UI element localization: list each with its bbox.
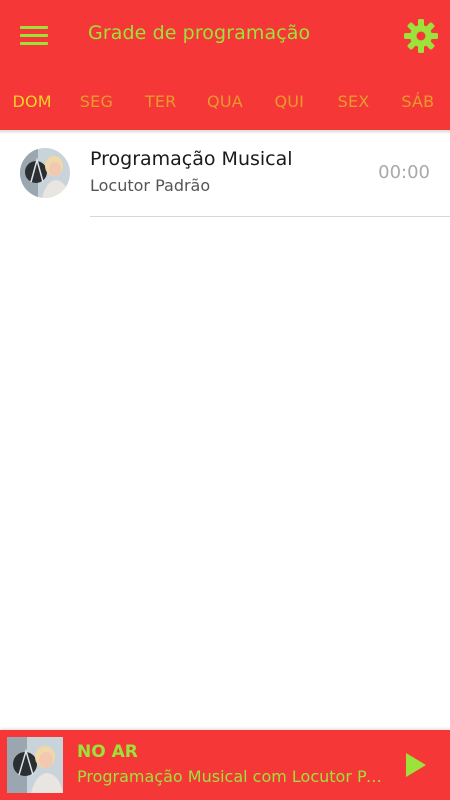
tab-qui[interactable]: QUI	[257, 72, 321, 130]
program-host: Locutor Padrão	[90, 176, 211, 195]
page-title: Grade de programação	[88, 22, 311, 44]
play-icon[interactable]	[400, 750, 430, 780]
now-playing-text: Programação Musical com Locutor Padrão	[77, 767, 382, 786]
on-air-label: NO AR	[77, 742, 138, 762]
app-bar: Grade de programação	[0, 0, 450, 72]
app-root: Grade de programação DOM SEG TER QUA QUI…	[0, 0, 450, 800]
tab-sex[interactable]: SEX	[321, 72, 385, 130]
player-thumbnail	[7, 737, 63, 793]
program-time: 00:00	[378, 162, 430, 183]
gear-icon[interactable]	[403, 18, 439, 54]
day-tabs: DOM SEG TER QUA QUI SEX SÁB	[0, 72, 450, 130]
tab-seg[interactable]: SEG	[64, 72, 128, 130]
hamburger-menu-icon[interactable]	[20, 26, 50, 48]
program-title: Programação Musical	[90, 148, 293, 170]
list-divider	[90, 216, 450, 217]
mini-player[interactable]: NO AR Programação Musical com Locutor Pa…	[0, 730, 450, 800]
host-avatar	[20, 148, 70, 198]
schedule-list-item[interactable]: Programação Musical Locutor Padrão 00:00	[0, 134, 450, 216]
tab-sab[interactable]: SÁB	[386, 72, 450, 130]
tab-ter[interactable]: TER	[129, 72, 193, 130]
tab-qua[interactable]: QUA	[193, 72, 257, 130]
tab-dom[interactable]: DOM	[0, 72, 64, 130]
